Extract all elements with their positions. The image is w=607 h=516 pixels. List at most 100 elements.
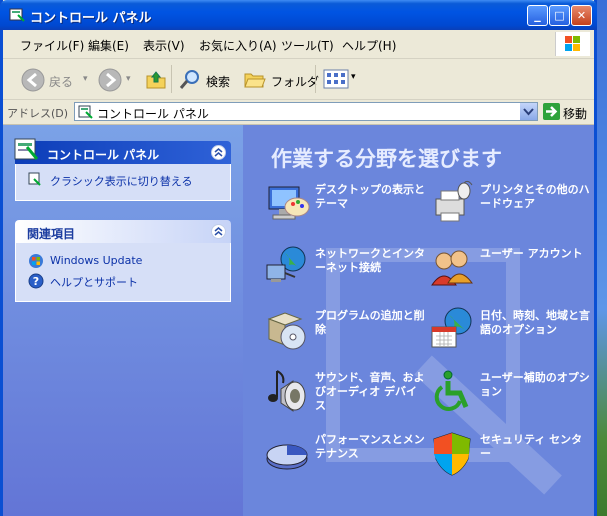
close-button[interactable]: ✕ (571, 5, 592, 26)
address-label: アドレス(D) (7, 107, 69, 120)
help-and-support-label: ヘルプとサポート (50, 276, 138, 289)
back-arrow-icon (21, 68, 45, 92)
category-label: デスクトップの表示とテーマ (315, 183, 425, 210)
category-label: パフォーマンスとメンテナンス (315, 433, 425, 460)
forward-dropdown-icon[interactable]: ▾ (126, 74, 131, 84)
collapse-button[interactable] (211, 224, 226, 239)
menu-help[interactable]: ヘルプ(H) (342, 37, 396, 54)
panel-header-control-panel[interactable]: コントロール パネル (14, 138, 231, 164)
toolbar-separator-2 (315, 65, 316, 93)
address-input[interactable]: コントロール パネル (74, 102, 538, 121)
task-pane: コントロール パネル クラシック表示に切り替える 関連項目 Windows Up… (3, 125, 243, 516)
category-label: サウンド、音声、およびオーディオ デバイス (315, 371, 425, 412)
help-icon: ? (28, 273, 44, 289)
windows-update-icon (29, 254, 43, 268)
category-accessibility-options[interactable]: ユーザー補助のオプション (428, 367, 590, 419)
back-button[interactable]: 戻る ▾ (21, 68, 88, 95)
toolbar-separator (171, 65, 172, 93)
windows-update-link[interactable]: Windows Update (16, 251, 230, 271)
switch-classic-view-label: クラシック表示に切り替える (50, 175, 193, 188)
address-value: コントロール パネル (97, 107, 209, 121)
users-icon (431, 250, 473, 286)
folders-button[interactable]: フォルダ (243, 68, 319, 93)
control-panel-large-icon (14, 138, 39, 160)
up-folder-icon[interactable] (145, 68, 167, 90)
category-printers-and-hardware[interactable]: プリンタとその他のハードウェア (428, 179, 590, 231)
panel-body: Windows Update ? ヘルプとサポート (15, 243, 231, 302)
programs-icon (267, 312, 306, 350)
go-label[interactable]: 移動 (563, 105, 587, 122)
category-date-time-language[interactable]: 日付、時刻、地域と言語のオプション (428, 305, 590, 357)
menu-favorites[interactable]: お気に入り(A) (199, 37, 277, 54)
panel-header-related-topics[interactable]: 関連項目 (15, 220, 231, 243)
classic-view-icon (28, 172, 41, 186)
folders-label: フォルダ (271, 75, 320, 89)
content-area: コントロール パネル クラシック表示に切り替える 関連項目 Windows Up… (3, 125, 594, 516)
chevron-down-icon (523, 108, 534, 116)
category-label: ネットワークとインターネット接続 (315, 247, 425, 274)
search-icon (179, 70, 199, 89)
minimize-button[interactable]: _ (527, 5, 548, 26)
menu-edit[interactable]: 編集(E) (88, 37, 129, 54)
panel-title: 関連項目 (27, 227, 76, 241)
search-button[interactable]: 検索 (178, 68, 230, 95)
pick-category-title: 作業する分野を選びます (271, 147, 502, 171)
back-label: 戻る (49, 75, 74, 89)
category-label: 日付、時刻、地域と言語のオプション (480, 309, 590, 336)
printer-icon (435, 180, 473, 222)
category-pane: 作業する分野を選びます デスクトップの表示とテーマ プリンタとその他のハードウェ… (243, 125, 594, 516)
windows-update-label: Windows Update (50, 254, 143, 267)
menu-bar: ファイル(F) 編集(E) 表示(V) お気に入り(A) ツール(T) ヘルプ(… (3, 30, 594, 59)
search-label: 検索 (206, 75, 231, 89)
chevron-up-icon (214, 148, 223, 157)
chevron-up-icon (214, 227, 223, 236)
sound-icon (268, 370, 306, 412)
help-and-support-link[interactable]: ? ヘルプとサポート (16, 271, 230, 291)
control-panel-small-icon (78, 105, 93, 119)
category-user-accounts[interactable]: ユーザー アカウント (428, 243, 590, 295)
control-panel-task-panel: コントロール パネル クラシック表示に切り替える (14, 138, 231, 201)
category-performance-and-maintenance[interactable]: パフォーマンスとメンテナンス (263, 429, 425, 481)
category-network-and-internet[interactable]: ネットワークとインターネット接続 (263, 243, 425, 295)
category-security-center[interactable]: セキュリティ センター (428, 429, 590, 481)
go-arrow-icon[interactable] (543, 103, 560, 120)
category-label: ユーザー補助のオプション (480, 371, 590, 398)
title-bar[interactable]: コントロール パネル _ □ ✕ (0, 0, 597, 30)
category-label: プログラムの追加と削除 (315, 309, 425, 336)
calendar-globe-icon (431, 307, 472, 348)
performance-icon (266, 444, 308, 470)
toolbar: 戻る ▾ ▾ 検索 フォルダ ▾ (3, 59, 594, 100)
address-dropdown-button[interactable] (520, 103, 537, 120)
category-appearance-and-themes[interactable]: デスクトップの表示とテーマ (263, 179, 425, 231)
back-dropdown-icon[interactable]: ▾ (83, 74, 88, 84)
menu-tools[interactable]: ツール(T) (281, 37, 334, 54)
category-add-remove-programs[interactable]: プログラムの追加と削除 (263, 305, 425, 357)
forward-arrow-icon (98, 68, 122, 92)
shield-icon (433, 432, 471, 476)
control-panel-icon (9, 8, 25, 22)
maximize-button[interactable]: □ (549, 5, 570, 26)
category-label: ユーザー アカウント (480, 247, 583, 260)
desktop-icon (268, 186, 310, 220)
switch-classic-view-link[interactable]: クラシック表示に切り替える (16, 170, 230, 190)
category-label: プリンタとその他のハードウェア (480, 183, 590, 210)
panel-body: クラシック表示に切り替える (15, 164, 231, 201)
views-grid-icon (323, 69, 349, 89)
address-bar: アドレス(D) コントロール パネル 移動 (3, 100, 594, 125)
control-panel-window: コントロール パネル _ □ ✕ ファイル(F) 編集(E) 表示(V) お気に… (0, 0, 597, 516)
collapse-button[interactable] (211, 145, 226, 160)
views-dropdown-icon[interactable]: ▾ (351, 72, 356, 82)
windows-logo-icon (555, 32, 590, 56)
svg-text:?: ? (33, 275, 39, 288)
network-icon (266, 246, 306, 282)
category-sounds-and-audio[interactable]: サウンド、音声、およびオーディオ デバイス (263, 367, 425, 419)
folders-icon (244, 73, 266, 88)
menu-view[interactable]: 表示(V) (143, 37, 185, 54)
accessibility-icon (434, 370, 469, 411)
category-label: セキュリティ センター (480, 433, 583, 460)
forward-button[interactable]: ▾ (98, 68, 131, 95)
panel-title: コントロール パネル (47, 148, 160, 162)
menu-file[interactable]: ファイル(F) (20, 37, 84, 54)
views-button[interactable]: ▾ (323, 68, 356, 93)
related-topics-panel: 関連項目 Windows Update ? ヘルプとサポート (15, 220, 231, 302)
